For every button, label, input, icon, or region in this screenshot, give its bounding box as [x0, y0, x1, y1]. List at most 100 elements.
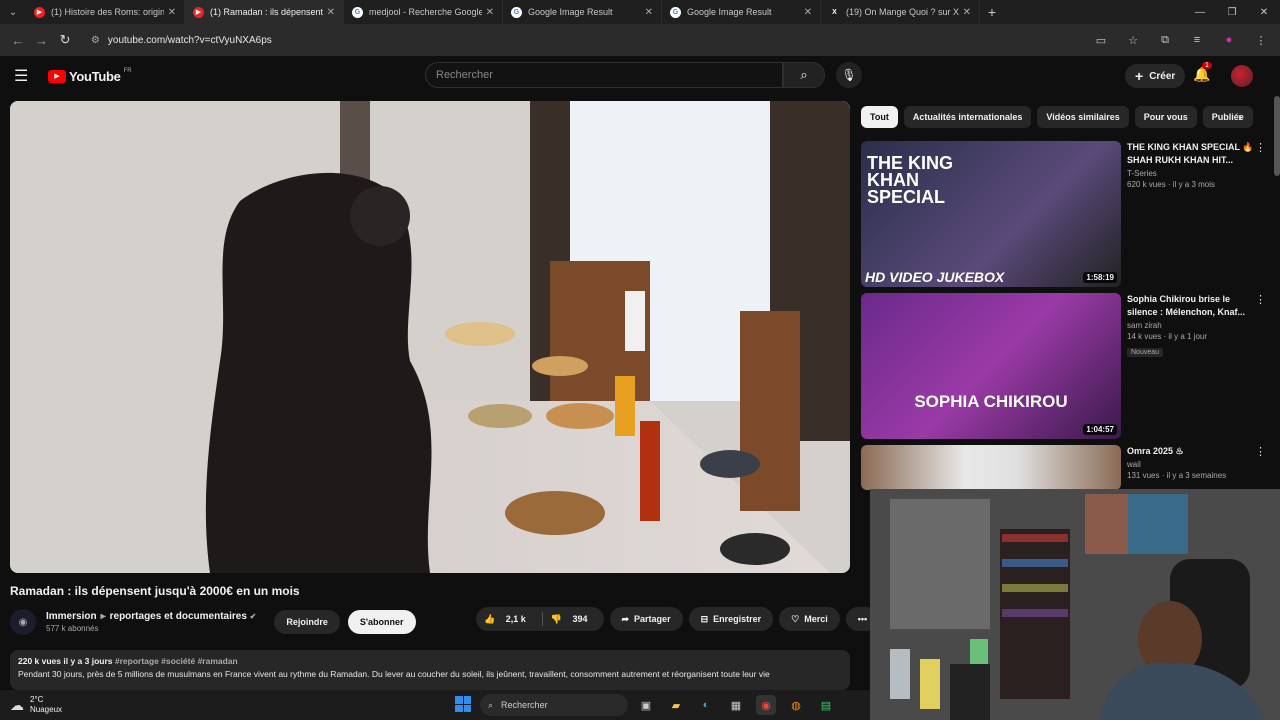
account-avatar[interactable] [1231, 65, 1253, 87]
weather-widget[interactable]: ☁ 2°C Nuageux [10, 695, 62, 715]
tab-search-icon[interactable]: ⌄ [0, 0, 26, 24]
save-button[interactable]: ⊟ Enregistrer [688, 607, 774, 631]
chip-published[interactable]: Publiée [1202, 106, 1253, 128]
tab-title: (1) Histoire des Roms: origine e [51, 7, 164, 17]
profile-icon[interactable]: ● [1216, 34, 1242, 46]
minimize-icon[interactable]: — [1184, 7, 1216, 18]
video-thumbnail[interactable] [861, 445, 1121, 490]
notifications-bell-icon[interactable]: 🔔 1 [1193, 62, 1212, 83]
app-icon[interactable]: ▤ [816, 695, 836, 715]
youtube-logo[interactable]: ▶ YouTube FR [48, 68, 132, 84]
streamer-facecam [870, 489, 1280, 720]
tab-title: Google Image Result [687, 7, 772, 17]
url-text: youtube.com/watch?v=ctVyuNXA6ps [107, 34, 272, 46]
windows-start-icon[interactable] [455, 696, 471, 712]
channel-name[interactable]: Immersion ▸ reportages et documentaires ✔ [46, 611, 256, 622]
like-button[interactable]: 👍 2,1 k [476, 614, 542, 625]
taskbar-search-label: Rechercher [501, 700, 548, 710]
browser-tab-active[interactable]: ▶ (1) Ramadan : ils dépensent jus ✕ [185, 0, 344, 24]
video-actions: 👍 2,1 k 👎 394 ➦ Partager ⊟ Enregistrer ♡ Me… [476, 607, 880, 631]
thanks-icon: ♡ [791, 613, 800, 624]
chip-similar[interactable]: Vidéos similaires [1037, 106, 1129, 128]
video-thumbnail[interactable]: THE KING KHAN SPECIAL HD VIDEO JUKEBOX 1… [861, 141, 1121, 287]
rec-channel: sam zirah [1127, 321, 1162, 330]
recommendation-item[interactable]: SOPHIA CHIKIROU 1:04:57 Sophia Chikirou … [861, 293, 1280, 441]
recommendation-item[interactable]: THE KING KHAN SPECIAL HD VIDEO JUKEBOX 1… [861, 141, 1280, 291]
new-tab-button[interactable]: + [980, 4, 1004, 20]
more-vert-icon[interactable]: ⋮ [1255, 141, 1266, 154]
close-icon[interactable]: ✕ [963, 7, 971, 18]
task-view-icon[interactable]: ▣ [636, 695, 656, 715]
google-icon: G [511, 6, 522, 18]
taskbar-search[interactable]: ⌕ Rechercher [480, 694, 628, 716]
channel-suffix: reportages et documentaires [109, 611, 247, 622]
browser-tab[interactable]: G medjool - Recherche Google ✕ [344, 0, 503, 24]
cast-icon[interactable]: ▭ [1088, 34, 1114, 47]
chip-world-news[interactable]: Actualités internationales [903, 106, 1032, 128]
channel-avatar[interactable]: ◉ [10, 609, 36, 635]
subscribe-button[interactable]: S'abonner [347, 610, 416, 634]
close-icon[interactable]: ✕ [645, 7, 653, 18]
description-text: Pendant 30 jours, près de 5 millions de … [18, 669, 770, 679]
description-box[interactable]: 220 k vues il y a 3 jours #reportage #so… [10, 650, 850, 690]
edge-icon[interactable]: ◐ [696, 695, 716, 715]
browser-tab[interactable]: G Google Image Result ✕ [662, 0, 821, 24]
more-vert-icon[interactable]: ⋮ [1255, 445, 1266, 458]
like-dislike-group: 👍 2,1 k 👎 394 [476, 607, 604, 631]
url-field[interactable]: ⚙ youtube.com/watch?v=ctVyuNXA6ps [82, 28, 1088, 52]
dislike-button[interactable]: 👎 394 [543, 614, 604, 625]
create-label: Créer [1149, 70, 1176, 82]
file-explorer-icon[interactable]: ▰ [666, 695, 686, 715]
close-icon[interactable]: ✕ [804, 7, 812, 18]
tab-title: Google Image Result [528, 7, 613, 17]
firefox-icon[interactable]: ◍ [786, 695, 806, 715]
chrome-icon[interactable]: ◉ [756, 695, 776, 715]
join-label: Rejoindre [286, 617, 328, 627]
chip-for-you[interactable]: Pour vous [1134, 106, 1197, 128]
close-icon[interactable]: ✕ [486, 7, 494, 18]
close-window-icon[interactable]: ✕ [1248, 7, 1280, 18]
browser-tab[interactable]: X (19) On Mange Quoi ? sur X : " ✕ [821, 0, 980, 24]
close-icon[interactable]: ✕ [327, 7, 335, 18]
chip-all[interactable]: Tout [861, 106, 898, 128]
chevron-right-icon[interactable]: › [1238, 110, 1242, 124]
plus-icon: + [1135, 68, 1144, 84]
thanks-label: Merci [804, 614, 828, 624]
recommendation-item[interactable]: Omra 2025 ♨ wail 131 vues · il y a 3 sem… [861, 445, 1280, 490]
video-title: Ramadan : ils dépensent jusqu'à 2000€ en… [10, 584, 300, 598]
video-thumbnail[interactable]: SOPHIA CHIKIROU 1:04:57 [861, 293, 1121, 439]
site-info-icon[interactable]: ⚙ [91, 35, 100, 46]
extensions-icon[interactable]: ⧉ [1152, 34, 1178, 47]
new-badge: Nouveau [1127, 348, 1164, 357]
media-icon[interactable]: ≡ [1184, 34, 1210, 46]
dislike-count: 394 [572, 613, 588, 624]
join-button[interactable]: Rejoindre [274, 610, 340, 634]
forward-icon[interactable]: → [30, 28, 54, 52]
scrollbar[interactable] [1274, 96, 1280, 176]
video-player[interactable] [10, 101, 850, 573]
restore-icon[interactable]: ❐ [1216, 7, 1248, 18]
create-button[interactable]: + Créer [1125, 64, 1186, 88]
store-icon[interactable]: ▦ [726, 695, 746, 715]
address-bar-row: ← → ↻ ⚙ youtube.com/watch?v=ctVyuNXA6ps … [0, 24, 1280, 56]
back-icon[interactable]: ← [6, 28, 30, 52]
search-placeholder: Rechercher [436, 69, 493, 81]
search-input[interactable]: Rechercher [425, 62, 783, 88]
save-label: Enregistrer [713, 614, 762, 624]
menu-icon[interactable]: ⋮ [1248, 34, 1274, 47]
close-icon[interactable]: ✕ [168, 7, 176, 18]
hashtags[interactable]: #reportage #société #ramadan [115, 656, 238, 666]
browser-tab[interactable]: G Google Image Result ✕ [503, 0, 662, 24]
hamburger-menu-icon[interactable]: ☰ [14, 66, 38, 86]
reload-icon[interactable]: ↻ [53, 28, 77, 52]
microphone-icon[interactable]: 🎙 [836, 62, 862, 88]
tab-title: (19) On Mange Quoi ? sur X : " [846, 7, 959, 17]
tab-title: (1) Ramadan : ils dépensent jus [210, 7, 323, 17]
browser-tab[interactable]: ▶ (1) Histoire des Roms: origine e ✕ [26, 0, 185, 24]
share-button[interactable]: ➦ Partager [609, 607, 683, 631]
more-vert-icon[interactable]: ⋮ [1255, 293, 1266, 306]
rec-meta: 131 vues · il y a 3 semaines [1127, 471, 1227, 480]
search-icon[interactable]: ⌕ [783, 62, 825, 88]
thanks-button[interactable]: ♡ Merci [779, 607, 840, 631]
bookmark-star-icon[interactable]: ☆ [1120, 34, 1146, 47]
